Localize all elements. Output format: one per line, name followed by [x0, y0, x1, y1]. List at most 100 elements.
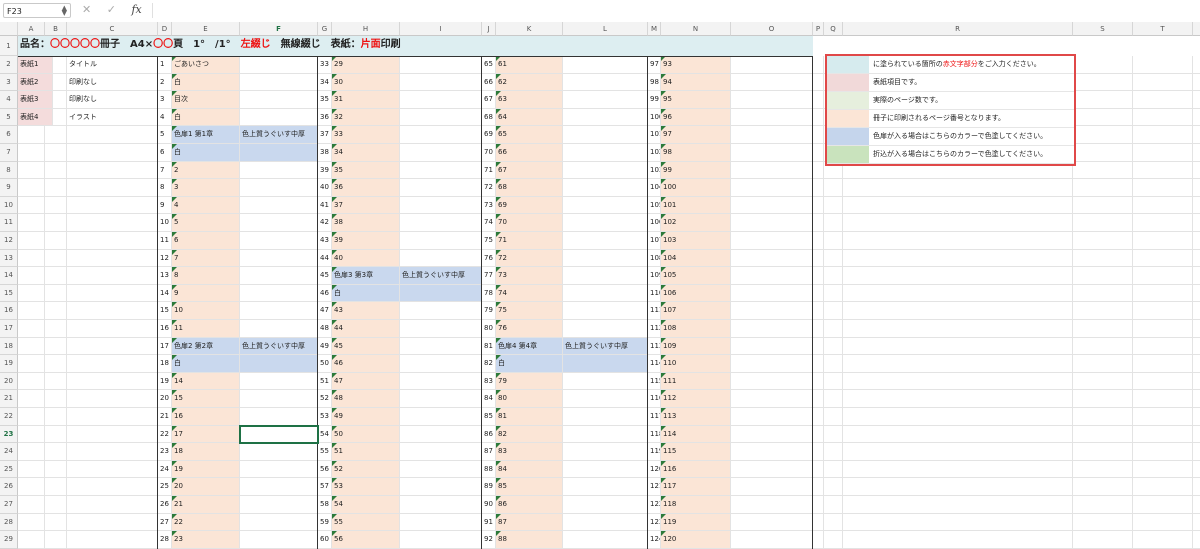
grid-cell[interactable]	[67, 214, 158, 232]
printed-page-cell[interactable]: 103	[661, 232, 731, 250]
row-header-27[interactable]: 27	[0, 496, 18, 514]
cover-label-2[interactable]: 表紙2	[18, 73, 53, 92]
row-header-6[interactable]: 6	[0, 126, 18, 144]
printed-page-cell[interactable]: 白	[172, 108, 240, 127]
grid-cell[interactable]	[1133, 232, 1193, 250]
physical-page-number[interactable]: 118	[648, 425, 661, 444]
printed-page-cell[interactable]: 71	[496, 232, 563, 250]
paper-note-cell[interactable]	[240, 161, 318, 180]
grid-cell[interactable]	[1133, 73, 1193, 92]
grid-cell[interactable]	[813, 73, 824, 92]
paper-note-cell[interactable]	[240, 73, 318, 92]
printed-page-cell[interactable]: 23	[172, 531, 240, 549]
printed-page-cell[interactable]: 72	[496, 249, 563, 268]
row-header-29[interactable]: 29	[0, 531, 18, 549]
physical-page-number[interactable]: 45	[318, 267, 332, 285]
printed-page-cell[interactable]: 白	[332, 284, 400, 303]
physical-page-number[interactable]: 5	[158, 126, 172, 144]
physical-page-number[interactable]: 101	[648, 126, 661, 144]
paper-note-cell[interactable]	[240, 408, 318, 426]
grid-cell[interactable]	[824, 302, 843, 320]
printed-page-cell[interactable]: 18	[172, 443, 240, 461]
paper-note-cell[interactable]	[563, 144, 648, 162]
physical-page-number[interactable]: 83	[482, 372, 496, 391]
grid-cell[interactable]	[824, 372, 843, 391]
paper-note-cell[interactable]	[400, 56, 482, 74]
name-box[interactable]: F23 ▲ ▼	[3, 3, 71, 18]
grid-cell[interactable]	[1133, 496, 1193, 514]
grid-cell[interactable]	[1133, 372, 1193, 391]
physical-page-number[interactable]: 99	[648, 91, 661, 109]
paper-note-cell[interactable]	[400, 91, 482, 109]
paper-note-cell[interactable]	[563, 408, 648, 426]
grid-cell[interactable]	[824, 284, 843, 303]
printed-page-cell[interactable]: 54	[332, 496, 400, 514]
printed-page-cell[interactable]: 53	[332, 478, 400, 496]
grid-cell[interactable]	[67, 425, 158, 444]
paper-note-cell[interactable]	[400, 179, 482, 197]
physical-page-number[interactable]: 1	[158, 56, 172, 74]
column-header-g[interactable]: G	[318, 22, 332, 36]
paper-note-cell[interactable]	[400, 144, 482, 162]
grid-cell[interactable]	[67, 144, 158, 162]
paper-note-cell[interactable]	[731, 337, 813, 356]
printed-page-cell[interactable]: 76	[496, 320, 563, 338]
physical-page-number[interactable]: 108	[648, 249, 661, 268]
printed-page-cell[interactable]: 15	[172, 390, 240, 408]
grid-cell[interactable]	[67, 496, 158, 514]
paper-note-cell[interactable]	[731, 320, 813, 338]
grid-cell[interactable]	[1133, 460, 1193, 479]
row-header-28[interactable]: 28	[0, 513, 18, 532]
grid-cell[interactable]	[1133, 531, 1193, 549]
printed-page-cell[interactable]: 8	[172, 267, 240, 285]
grid-cell[interactable]	[1193, 126, 1200, 144]
physical-page-number[interactable]: 109	[648, 267, 661, 285]
grid-cell[interactable]	[824, 531, 843, 549]
grid-cell[interactable]	[67, 232, 158, 250]
grid-cell[interactable]	[1073, 91, 1133, 109]
row-header-15[interactable]: 15	[0, 284, 18, 303]
grid-cell[interactable]	[1073, 320, 1133, 338]
grid-cell[interactable]	[67, 443, 158, 461]
physical-page-number[interactable]: 102	[648, 144, 661, 162]
physical-page-number[interactable]: 80	[482, 320, 496, 338]
printed-page-cell[interactable]: 20	[172, 478, 240, 496]
printed-page-cell[interactable]: 96	[661, 108, 731, 127]
physical-page-number[interactable]: 98	[648, 73, 661, 92]
grid-cell[interactable]	[18, 126, 45, 144]
grid-cell[interactable]	[1133, 337, 1193, 356]
row-header-4[interactable]: 4	[0, 91, 18, 109]
grid-cell[interactable]	[1193, 144, 1200, 162]
physical-page-number[interactable]: 3	[158, 91, 172, 109]
grid-cell[interactable]	[1193, 390, 1200, 408]
grid-cell[interactable]	[824, 267, 843, 285]
column-header-c[interactable]: C	[67, 22, 158, 36]
printed-page-cell[interactable]: 白	[172, 73, 240, 92]
grid-cell[interactable]	[843, 232, 1073, 250]
grid-cell[interactable]	[1073, 460, 1133, 479]
paper-note-cell[interactable]	[731, 390, 813, 408]
paper-note-cell[interactable]	[563, 478, 648, 496]
paper-note-cell[interactable]	[731, 496, 813, 514]
physical-page-number[interactable]: 85	[482, 408, 496, 426]
column-header-u[interactable]: U	[1193, 22, 1200, 36]
paper-note-cell[interactable]	[400, 425, 482, 444]
paper-note-cell[interactable]	[563, 496, 648, 514]
physical-page-number[interactable]: 74	[482, 214, 496, 232]
printed-page-cell[interactable]: 73	[496, 267, 563, 285]
printed-page-cell[interactable]: 5	[172, 214, 240, 232]
printed-page-cell[interactable]: 50	[332, 425, 400, 444]
grid-cell[interactable]	[813, 179, 824, 197]
function-icon[interactable]: fx	[131, 3, 141, 16]
paper-note-cell[interactable]	[731, 108, 813, 127]
printed-page-cell[interactable]: 101	[661, 196, 731, 215]
column-header-i[interactable]: I	[400, 22, 482, 36]
grid-cell[interactable]	[813, 214, 824, 232]
grid-cell[interactable]	[1133, 249, 1193, 268]
grid-cell[interactable]	[813, 91, 824, 109]
grid-cell[interactable]	[843, 425, 1073, 444]
physical-page-number[interactable]: 123	[648, 513, 661, 532]
printed-page-cell[interactable]: 17	[172, 425, 240, 444]
physical-page-number[interactable]: 16	[158, 320, 172, 338]
printed-page-cell[interactable]: 32	[332, 108, 400, 127]
